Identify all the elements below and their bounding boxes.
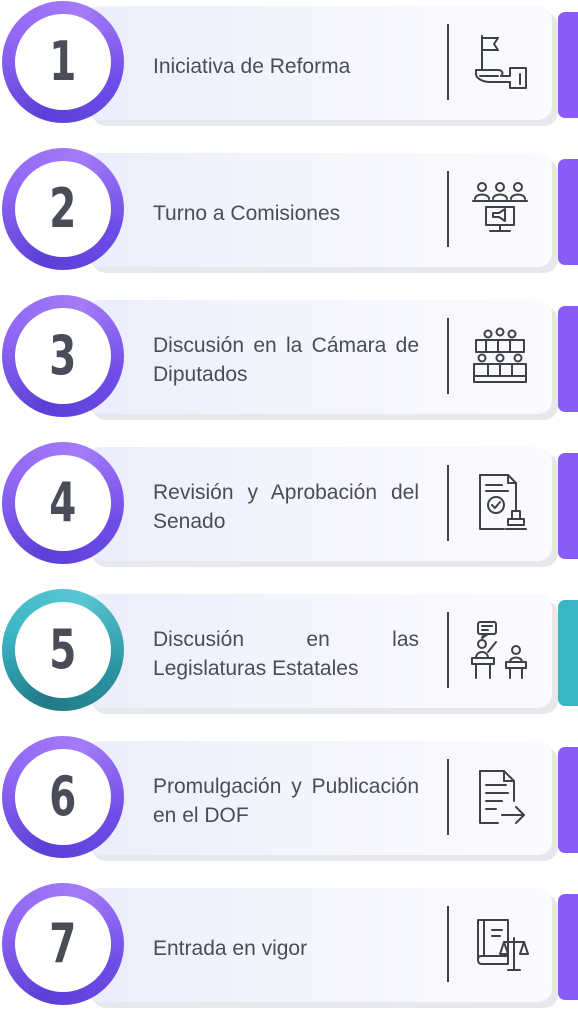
step-accent-tab [558,306,578,412]
step-number: 7 [49,912,77,975]
step-2: 2 Turno a Comisiones [0,147,578,279]
step-accent-tab [558,894,578,1000]
hand-flag-icon [468,30,532,94]
step-label: Discusión en la Cámara de Diputados [153,334,419,386]
step-7: 7 Entrada en vigor [0,882,578,1014]
step-label: Turno a Comisiones [153,201,341,225]
step-6: 6 Promulgación y Publicación en el DOF [0,735,578,867]
divider [447,906,449,982]
step-accent-tab [558,600,578,706]
approved-document-stamp-icon [468,471,532,535]
divider [447,612,449,688]
divider [447,171,449,247]
divider [447,24,449,100]
step-label: Promulgación y Publicación en el DOF [153,775,419,827]
document-publish-icon [468,765,532,829]
law-book-scales-icon [468,912,532,976]
divider [447,465,449,541]
debate-podium-icon [468,618,532,682]
step-number: 2 [49,177,77,240]
step-label: Discusión en las Legislaturas Estatales [153,628,419,680]
step-1: 1 Iniciativa de Reforma [0,0,578,132]
step-5: 5 Discusión en las Legislaturas Estatale… [0,588,578,720]
step-number-ring: 3 [2,295,124,417]
divider [447,318,449,394]
chamber-seats-icon [468,324,532,388]
divider [447,759,449,835]
step-number: 6 [49,765,77,828]
step-number: 4 [49,471,77,534]
step-accent-tab [558,453,578,559]
step-number: 3 [49,324,77,387]
step-3: 3 Discusión en la Cámara de Diputados [0,294,578,426]
step-accent-tab [558,12,578,118]
step-number-ring: 7 [2,883,124,1005]
step-label: Iniciativa de Reforma [153,54,351,78]
step-number-ring: 2 [2,148,124,270]
step-number: 5 [49,618,77,681]
step-number-ring: 4 [2,442,124,564]
step-accent-tab [558,747,578,853]
step-number-ring: 1 [2,1,124,123]
committee-meeting-icon [468,177,532,241]
step-label: Entrada en vigor [153,936,308,960]
step-label: Revisión y Aprobación del Senado [153,481,419,533]
step-number-ring: 6 [2,736,124,858]
step-number-ring: 5 [2,589,124,711]
step-accent-tab [558,159,578,265]
step-4: 4 Revisión y Aprobación del Senado [0,441,578,573]
step-number: 1 [49,30,77,93]
